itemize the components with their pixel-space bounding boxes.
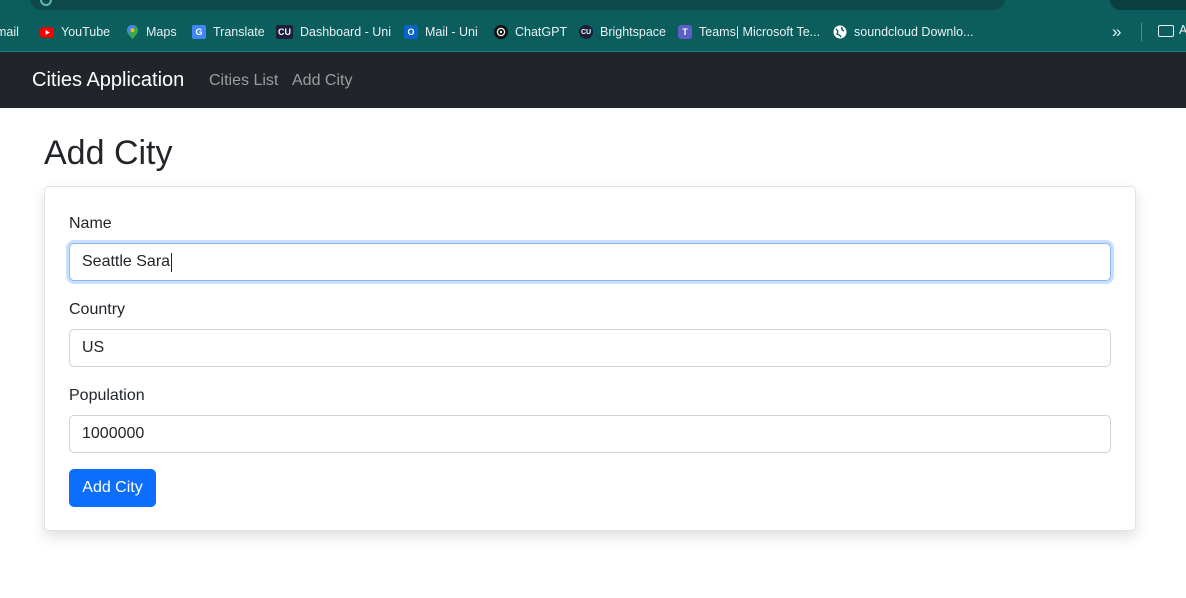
bookmarks-bar: mail YouTube Maps G Translate CU Dashboa…: [0, 12, 1186, 52]
bookmark-label: ChatGPT: [515, 25, 568, 39]
bookmark-label: Translate: [213, 25, 265, 39]
bookmarks-folder-label[interactable]: A: [1179, 23, 1186, 37]
app-navbar: Cities Application Cities List Add City: [0, 52, 1186, 108]
translate-icon: G: [192, 25, 206, 39]
bookmark-label: Brightspace: [600, 25, 667, 39]
bookmark-label: soundcloud Downlo...: [854, 25, 974, 39]
address-bar[interactable]: [30, 0, 1005, 10]
bookmark-maps[interactable]: Maps: [125, 23, 177, 41]
country-label: Country: [69, 301, 126, 318]
youtube-icon: [40, 25, 54, 39]
bookmark-mail-uni[interactable]: O Mail - Uni: [404, 23, 478, 41]
cu-logo-icon: CU: [276, 25, 293, 39]
bookmarks-divider: [1141, 23, 1142, 41]
bookmark-label: Mail - Uni: [425, 25, 478, 39]
bookmark-soundcloud[interactable]: soundcloud Downlo...: [833, 23, 974, 41]
population-input-value: 1000000: [82, 425, 145, 442]
bookmark-translate[interactable]: G Translate: [192, 23, 265, 41]
bookmark-label: Dashboard - Uni: [300, 25, 392, 39]
name-input-value: Seattle Sara: [82, 253, 171, 270]
navbar-brand[interactable]: Cities Application: [32, 69, 184, 92]
page-title: Add City: [44, 134, 173, 172]
add-city-button[interactable]: Add City: [69, 469, 156, 507]
text-cursor: [171, 252, 173, 272]
country-input[interactable]: US: [69, 329, 1111, 367]
population-input[interactable]: 1000000: [69, 415, 1111, 453]
outlook-icon: O: [404, 25, 418, 39]
maps-pin-icon: [125, 25, 139, 39]
teams-icon: T: [678, 25, 692, 39]
browser-top-bar: [0, 0, 1186, 12]
bookmark-dashboard-uni[interactable]: CU Dashboard - Uni: [276, 23, 391, 41]
population-label: Population: [69, 387, 145, 404]
bookmark-brightspace[interactable]: CU Brightspace: [579, 23, 666, 41]
profile-pill[interactable]: [1110, 0, 1186, 10]
nav-link-add-city[interactable]: Add City: [292, 72, 352, 90]
bookmark-teams[interactable]: T Teams| Microsoft Te...: [678, 23, 820, 41]
add-city-form-card: Name Seattle Sara Country US Population …: [44, 186, 1136, 531]
chatgpt-icon: [494, 25, 508, 39]
nav-link-cities-list[interactable]: Cities List: [209, 72, 278, 90]
name-input[interactable]: Seattle Sara: [69, 243, 1111, 281]
country-input-value: US: [82, 339, 105, 356]
folder-icon[interactable]: [1158, 25, 1174, 37]
bookmarks-overflow-icon[interactable]: »: [1112, 22, 1122, 42]
bookmark-label: mail: [0, 25, 19, 39]
brightspace-icon: CU: [579, 25, 593, 39]
globe-icon: [833, 25, 847, 39]
name-label: Name: [69, 215, 112, 232]
bookmark-label: Teams| Microsoft Te...: [699, 25, 821, 39]
bookmark-youtube[interactable]: YouTube: [40, 23, 110, 41]
bookmark-label: YouTube: [61, 25, 111, 39]
bookmark-chatgpt[interactable]: ChatGPT: [494, 23, 567, 41]
bookmark-gmail[interactable]: mail: [0, 23, 19, 41]
bookmark-label: Maps: [146, 25, 177, 39]
